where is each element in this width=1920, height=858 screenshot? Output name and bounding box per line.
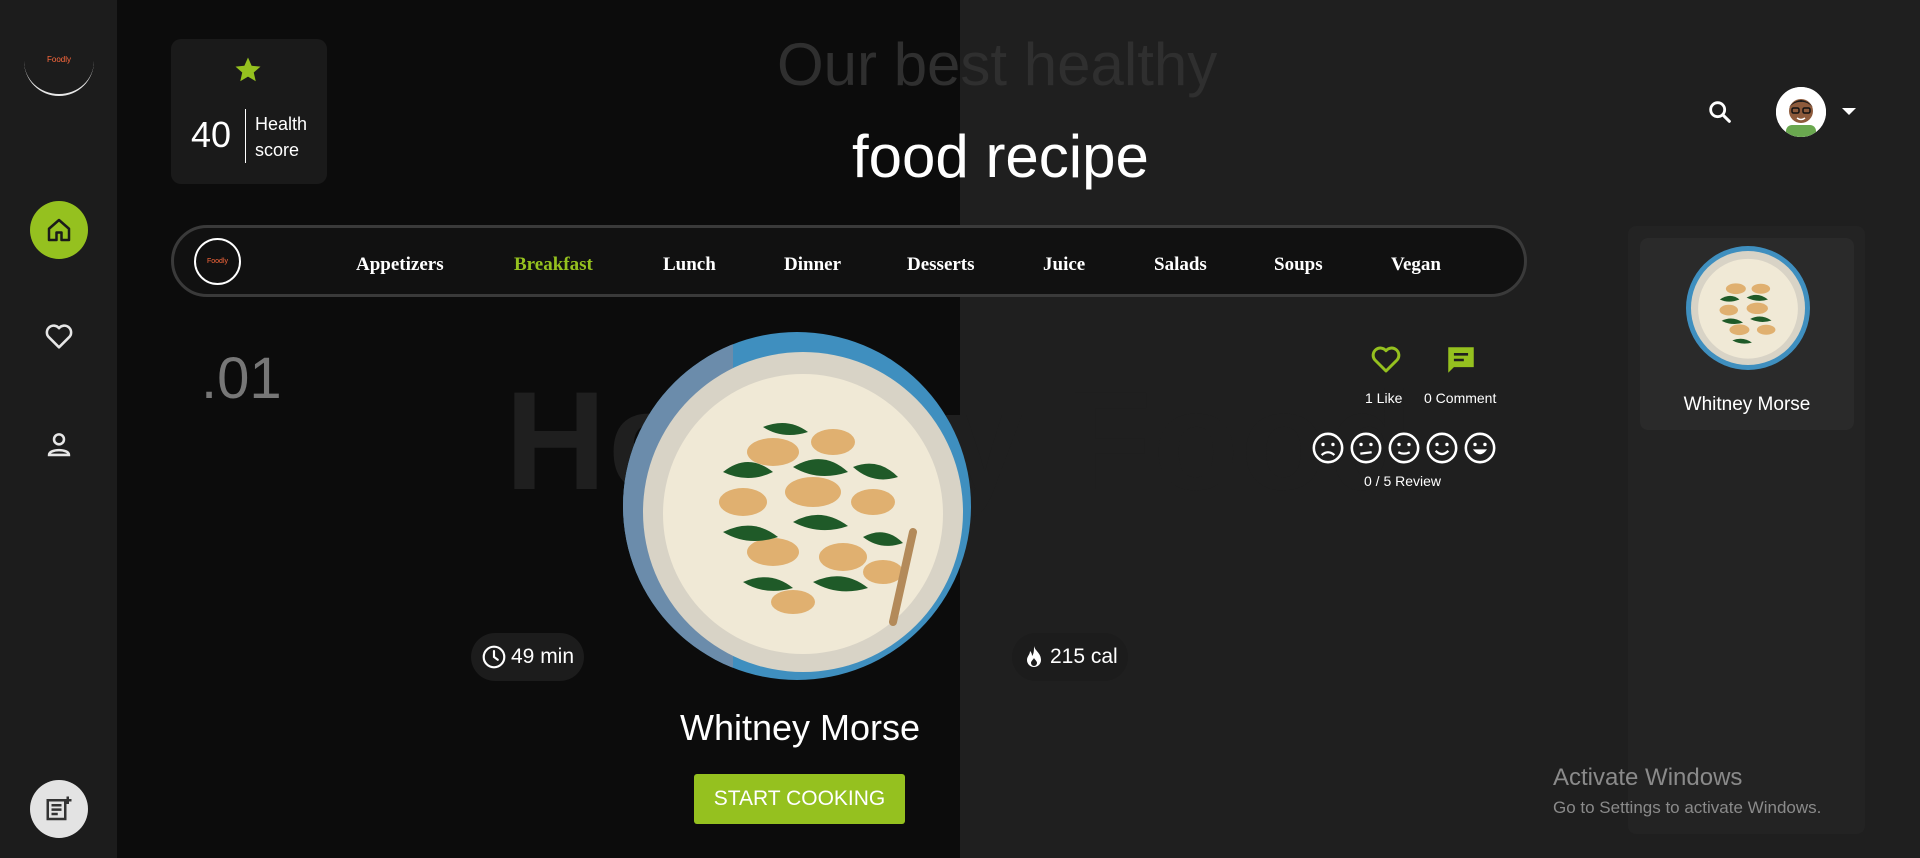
page-title: food recipe — [852, 123, 1149, 190]
watermark-subtitle: Go to Settings to activate Windows. — [1553, 798, 1822, 817]
cook-time-value: 49 min — [511, 645, 575, 668]
background-title: Our best healthy — [777, 31, 1218, 98]
person-icon — [47, 433, 71, 457]
recipe-thumbnail — [1686, 246, 1810, 370]
recipe-card-name: Whitney Morse — [1683, 394, 1811, 415]
category-salads[interactable]: Salads — [1154, 254, 1207, 276]
flame-icon — [1027, 646, 1041, 667]
dish-image — [623, 332, 971, 680]
like-action[interactable] — [1366, 341, 1406, 380]
app-logo[interactable]: Foodly — [24, 26, 94, 96]
category-logo-text: Foodly — [206, 258, 228, 265]
recipe-list-panel: Whitney Morse — [1628, 226, 1865, 834]
calories-badge: 215 cal — [1012, 633, 1128, 681]
home-icon — [47, 218, 71, 242]
sidebar: Foodly — [0, 0, 117, 858]
sad-face-icon[interactable] — [1349, 431, 1383, 465]
category-juice[interactable]: Juice — [1043, 254, 1085, 276]
category-soups[interactable]: Soups — [1274, 254, 1323, 276]
comment-icon — [1448, 347, 1474, 373]
clock-icon — [482, 645, 506, 669]
star-icon — [235, 57, 261, 82]
neutral-face-icon[interactable] — [1387, 431, 1421, 465]
category-logo[interactable]: Foodly — [194, 238, 241, 285]
category-lunch[interactable]: Lunch — [663, 254, 716, 276]
review-count: 0 / 5 Review — [1364, 473, 1442, 489]
chevron-down-icon[interactable] — [1842, 108, 1856, 115]
category-bar: Foodly Appetizers Breakfast Lunch Dinner… — [171, 225, 1527, 297]
very-sad-face-icon[interactable] — [1311, 431, 1345, 465]
search-icon[interactable] — [1706, 98, 1734, 126]
avatar[interactable] — [1776, 87, 1826, 137]
home-button[interactable] — [30, 201, 88, 259]
favorites-button[interactable] — [30, 307, 88, 365]
happy-face-icon[interactable] — [1425, 431, 1459, 465]
heart-icon — [1371, 346, 1401, 373]
very-happy-face-icon[interactable] — [1463, 431, 1497, 465]
logo-text: Foodly — [46, 55, 71, 64]
category-vegan[interactable]: Vegan — [1391, 254, 1441, 276]
comment-count: 0 Comment — [1424, 390, 1497, 406]
comment-action[interactable] — [1444, 343, 1478, 380]
like-count: 1 Like — [1365, 390, 1403, 406]
health-score-value: 40 — [191, 114, 232, 155]
category-appetizers[interactable]: Appetizers — [356, 254, 444, 276]
calories-value: 215 cal — [1050, 645, 1118, 668]
divider — [245, 109, 246, 163]
recipe-index: .01 — [201, 346, 282, 411]
recipe-card[interactable]: Whitney Morse — [1640, 238, 1854, 430]
category-dinner[interactable]: Dinner — [784, 254, 841, 276]
heart-icon — [45, 324, 73, 349]
health-score-card: 40 Health score — [171, 39, 327, 184]
health-score-label: Health score — [255, 114, 308, 160]
add-recipe-button[interactable] — [30, 780, 88, 838]
profile-button[interactable] — [30, 416, 88, 474]
recipe-name: Whitney Morse — [680, 707, 921, 748]
note-add-icon — [46, 796, 72, 821]
cook-time-badge: 49 min — [471, 633, 585, 681]
category-breakfast[interactable]: Breakfast — [514, 254, 593, 276]
watermark-title: Activate Windows — [1553, 764, 1743, 791]
start-cooking-button[interactable]: START COOKING — [694, 774, 905, 824]
review-faces — [1311, 431, 1497, 465]
category-desserts[interactable]: Desserts — [907, 254, 975, 276]
activation-watermark: Activate Windows Go to Settings to activ… — [1553, 764, 1821, 818]
